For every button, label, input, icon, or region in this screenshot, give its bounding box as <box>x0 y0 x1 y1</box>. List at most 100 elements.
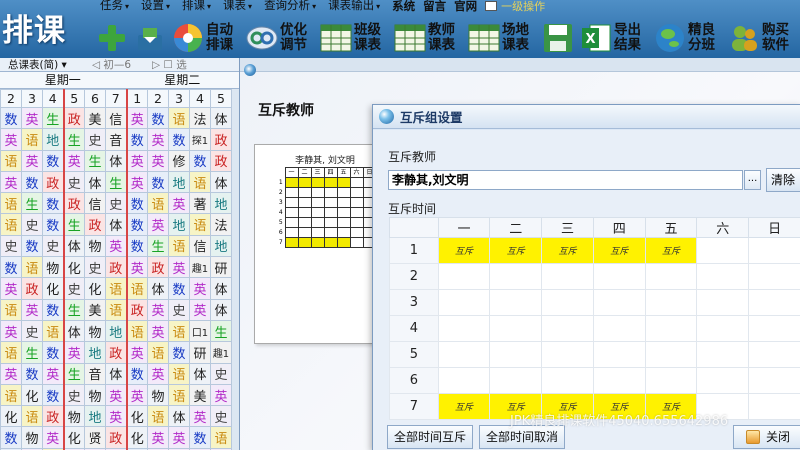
timetable-cell[interactable]: 法 <box>210 213 232 236</box>
time-cell[interactable] <box>696 289 750 316</box>
timetable-cell[interactable]: 史 <box>0 234 22 258</box>
toolbar-button-7[interactable]: 精良分班 <box>654 19 722 57</box>
time-cell[interactable]: 互斥 <box>437 237 491 264</box>
timetable-cell[interactable]: 修 <box>168 149 190 172</box>
timetable-cell[interactable]: 数 <box>125 234 148 258</box>
time-cell[interactable] <box>644 367 698 394</box>
timetable-cell[interactable]: 政 <box>84 213 106 236</box>
timetable-cell[interactable]: 物 <box>21 426 43 449</box>
timetable-cell[interactable]: 政 <box>42 405 64 428</box>
timetable-cell[interactable]: 英 <box>0 319 22 343</box>
time-cell[interactable] <box>489 315 543 342</box>
time-cell[interactable] <box>748 367 800 394</box>
teacher-input[interactable]: 李静其,刘文明 <box>388 170 743 190</box>
timetable-cell[interactable]: 体 <box>105 362 127 385</box>
timetable-cell[interactable]: 英 <box>0 277 22 300</box>
timetable-cell[interactable]: 生 <box>84 149 106 172</box>
timetable-cell[interactable]: 政 <box>105 341 127 364</box>
time-cell[interactable] <box>489 289 543 316</box>
timetable-cell[interactable]: 语 <box>189 213 211 236</box>
timetable-cell[interactable]: 地 <box>105 319 127 343</box>
timetable-cell[interactable]: 口1 <box>189 319 211 343</box>
timetable-cell[interactable]: 英 <box>147 362 169 385</box>
time-cell[interactable] <box>696 341 750 368</box>
timetable-cell[interactable]: 化 <box>125 405 148 428</box>
time-cell[interactable]: 互斥 <box>437 393 491 420</box>
timetable-cell[interactable]: 语 <box>168 106 190 130</box>
menu-item-4[interactable]: 查询分析 ▾ <box>264 0 316 14</box>
timetable-cell[interactable]: 史 <box>21 319 43 343</box>
timetable-cell[interactable]: 语 <box>168 234 190 258</box>
timetable-cell[interactable]: 政 <box>105 256 127 279</box>
menu-item-2[interactable]: 排课 ▾ <box>182 0 211 14</box>
time-cell[interactable] <box>696 237 750 264</box>
timetable-cell[interactable]: 英 <box>168 426 190 449</box>
menu-system-0[interactable]: 系统 <box>392 0 415 13</box>
timetable-cell[interactable]: 政 <box>21 277 43 300</box>
timetable-cell[interactable]: 化 <box>62 426 85 449</box>
time-cell[interactable] <box>489 341 543 368</box>
timetable-cell[interactable]: 数 <box>147 170 169 194</box>
timetable-cell[interactable]: 语 <box>125 277 148 300</box>
time-cell[interactable] <box>592 367 646 394</box>
timetable-cell[interactable]: 物 <box>84 383 106 407</box>
timetable-cell[interactable]: 数 <box>42 149 64 172</box>
timetable-cell[interactable]: 语 <box>0 298 22 321</box>
time-cell[interactable] <box>748 289 800 316</box>
timetable-cell[interactable]: 英 <box>62 149 85 172</box>
timetable-cell[interactable]: 语 <box>147 192 169 215</box>
timetable-cell[interactable]: 史 <box>210 405 232 428</box>
timetable-cell[interactable]: 英 <box>147 213 169 236</box>
timetable-cell[interactable]: 语 <box>168 319 190 343</box>
timetable-cell[interactable]: 数 <box>21 234 43 258</box>
time-cell[interactable] <box>696 263 750 290</box>
timetable-cell[interactable]: 政 <box>62 192 85 215</box>
timetable-cell[interactable]: 数 <box>147 106 169 130</box>
timetable-cell[interactable]: 信 <box>105 106 127 130</box>
timetable-cell[interactable]: 体 <box>210 298 232 321</box>
time-cell[interactable] <box>696 315 750 342</box>
timetable-cell[interactable]: 英 <box>42 362 64 385</box>
timetable-cell[interactable]: 地 <box>168 213 190 236</box>
toolbar-button-0[interactable]: 自动排课 <box>172 19 240 57</box>
timetable-cell[interactable]: 英 <box>210 383 232 407</box>
time-cell[interactable] <box>541 315 594 342</box>
time-cell[interactable]: 互斥 <box>541 237 594 264</box>
menu-item-0[interactable]: 任务 ▾ <box>100 0 129 14</box>
timetable-cell[interactable]: 化 <box>42 277 64 300</box>
timetable-cell[interactable]: 生 <box>105 170 127 194</box>
time-cell[interactable]: 互斥 <box>489 237 543 264</box>
timetable-cell[interactable]: 体 <box>189 362 211 385</box>
timetable-cell[interactable]: 史 <box>84 128 106 151</box>
timetable-cell[interactable]: 生 <box>147 234 169 258</box>
timetable-cell[interactable]: 体 <box>210 170 232 194</box>
time-cell[interactable] <box>696 367 750 394</box>
timetable-cell[interactable]: 英 <box>189 298 211 321</box>
timetable-cell[interactable]: 语 <box>189 170 211 194</box>
time-cell[interactable]: 互斥 <box>592 237 646 264</box>
timetable-cell[interactable]: 英 <box>125 383 148 407</box>
toolbar-button-3[interactable]: 教师课表 <box>394 19 462 57</box>
timetable-cell[interactable]: 史 <box>62 277 85 300</box>
timetable-cell[interactable]: 美 <box>84 106 106 130</box>
timetable-cell[interactable]: 政 <box>105 426 127 449</box>
timetable-cell[interactable]: 地 <box>42 128 64 151</box>
timetable-cell[interactable]: 化 <box>0 405 22 428</box>
timetable-cell[interactable]: 语 <box>42 319 64 343</box>
timetable-cell[interactable]: 信 <box>84 192 106 215</box>
timetable-cell[interactable]: 地 <box>210 234 232 258</box>
menu-item-5[interactable]: 课表输出 ▾ <box>328 0 380 14</box>
menu-item-3[interactable]: 课表 ▾ <box>223 0 252 14</box>
timetable-cell[interactable]: 物 <box>62 405 85 428</box>
timetable-cell[interactable]: 政 <box>125 298 148 321</box>
timetable-cell[interactable]: 英 <box>0 128 22 151</box>
time-cell[interactable] <box>592 289 646 316</box>
time-cell[interactable] <box>748 315 800 342</box>
timetable-cell[interactable]: 地 <box>84 341 106 364</box>
time-cell[interactable] <box>437 367 491 394</box>
timetable-cell[interactable]: 英 <box>62 341 85 364</box>
timetable-cell[interactable]: 体 <box>105 213 127 236</box>
timetable-cell[interactable]: 语 <box>147 405 169 428</box>
toolbar-button-5[interactable] <box>542 19 574 57</box>
timetable-cell[interactable]: 物 <box>42 256 64 279</box>
